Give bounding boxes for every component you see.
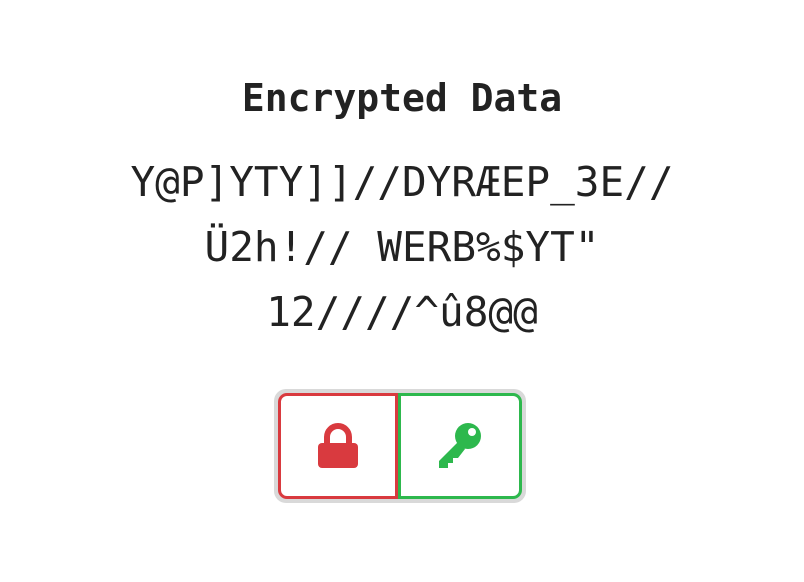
action-button-group xyxy=(274,389,526,503)
encrypted-data-panel: Encrypted Data Y@P]YTY]]//DYRÆEP_3E// Ü2… xyxy=(0,0,804,582)
lock-icon xyxy=(317,423,359,469)
key-button[interactable] xyxy=(398,393,522,499)
lock-button[interactable] xyxy=(278,393,398,499)
key-icon xyxy=(435,421,485,471)
page-title: Encrypted Data xyxy=(241,76,563,120)
encrypted-text-line-3: 12////^û8@@ xyxy=(266,288,538,336)
encrypted-text: Y@P]YTY]]//DYRÆEP_3E// Ü2h!// WERB%$YT" … xyxy=(0,150,804,345)
encrypted-text-line-1: Y@P]YTY]]//DYRÆEP_3E// xyxy=(130,158,674,206)
encrypted-text-line-2: Ü2h!// WERB%$YT" xyxy=(204,223,600,271)
